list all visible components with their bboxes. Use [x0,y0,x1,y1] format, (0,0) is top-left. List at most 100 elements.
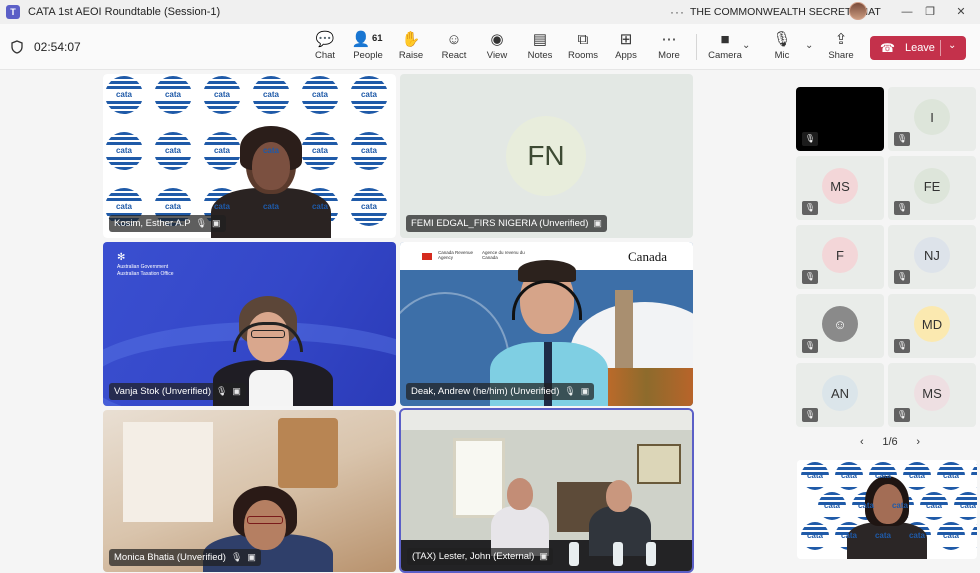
mic-off-icon: 🎙 [215,386,228,396]
hand-icon: ✋ [401,31,421,48]
close-icon[interactable]: ✕ [952,3,970,21]
side-tile-1[interactable]: 🎙 [796,87,884,151]
wall-frame [637,444,681,484]
room-window [453,438,505,518]
mic-off-icon: 🎙 [802,339,818,353]
mic-off-icon: 🎙 [564,386,576,396]
chat-button[interactable]: 💬 Chat [303,30,347,66]
more-button[interactable]: ⋯ More [647,30,691,66]
window-title-bar: T CATA 1st AEOI Roundtable (Session-1) ·… [0,0,980,24]
side-tile-3[interactable]: MS 🎙 [796,156,884,220]
participant-name-badge: Monica Bhatia (Unverified) 🎙 ▣ [109,549,261,566]
rooms-icon: ⧉ [577,31,589,48]
video-tile-john[interactable]: (TAX) Lester, John (External) ▣ [399,408,694,573]
side-tile-5[interactable]: F 🎙 [796,225,884,289]
restore-icon[interactable]: ❐ [921,3,939,21]
cata-globe-icon: cata [971,522,977,550]
water-bottle [569,542,579,566]
meeting-timer: 02:54:07 [34,40,81,54]
share-button[interactable]: ⇪ Share [819,30,863,66]
mic-off-icon: 🎙 [894,339,910,353]
mic-off-icon: 🎙 [802,408,818,422]
side-tile-7[interactable]: ☺ 🎙 [796,294,884,358]
screen-icon: ▣ [232,386,241,396]
screen-icon: ▣ [539,551,548,561]
side-tile-10[interactable]: MS 🎙 [888,363,976,427]
screen-icon: ▣ [580,386,590,396]
mic-off-icon: 🎙 [894,408,910,422]
cata-globe-icon: cata [105,76,143,114]
camera-button[interactable]: ■ Camera [703,30,747,66]
camera-icon: ■ [720,31,730,48]
video-tile-kosim[interactable]: cata cata cata cata cata cata cata cata cata cata… [103,74,396,238]
next-page-chevron-icon[interactable]: › [916,436,920,448]
cata-globe-icon: cata [937,462,975,490]
participant-avatar: I [914,99,950,135]
leave-options-chevron-icon[interactable]: ⌄ [948,40,956,51]
video-tile-vanja[interactable]: ✻ Australian Government Australian Taxat… [103,242,396,406]
side-tile-9[interactable]: AN 🎙 [796,363,884,427]
coat-of-arms-icon: ✻ [117,252,126,263]
mic-options-chevron-icon[interactable]: ⌄ [805,40,813,51]
camera-options-chevron-icon[interactable]: ⌄ [742,40,750,51]
video-tile-andrew[interactable]: Canada Revenue Agency Agence du revenu d… [400,242,693,406]
more-options-icon[interactable]: ··· [670,5,685,19]
view-icon: ◉ [490,31,504,48]
plus-icon: ⊞ [619,31,633,48]
self-view-tile[interactable]: cata cata cata cata cata cata cata cata cata cata… [797,460,977,559]
side-tile-2[interactable]: I 🎙 [888,87,976,151]
side-tile-4[interactable]: FE 🎙 [888,156,976,220]
cata-globe-icon: cata [350,188,388,226]
cata-globe-icon: cata [903,462,941,490]
teams-logo-icon: T [6,5,20,19]
participant-avatar: FN [506,116,586,196]
mic-button[interactable]: 🎙 Mic [760,30,804,66]
people-button[interactable]: 👤 61 People [346,30,390,66]
side-tile-8[interactable]: MD 🎙 [888,294,976,358]
view-button[interactable]: ◉ View [475,30,519,66]
cata-globe-icon: cata [971,462,977,490]
mic-off-icon: 🎙 [802,132,818,146]
cata-globe-icon: cata [350,132,388,170]
leave-divider [940,40,941,56]
mic-off-icon: 🎙 [802,270,818,284]
minimize-icon[interactable]: — [898,3,916,21]
video-tile-monica[interactable]: Monica Bhatia (Unverified) 🎙 ▣ [103,410,396,572]
canada-flag-icon [422,253,432,260]
participant-avatar: F [822,237,858,273]
video-tile-femi[interactable]: FN FEMI EDGAL_FIRS NIGERIA (Unverified) … [400,74,693,238]
leave-button[interactable]: ☎ Leave ⌄ [870,36,966,60]
cata-globe-icon: cata [252,76,290,114]
cata-globe-icon: cata [937,522,975,550]
previous-page-chevron-icon[interactable]: ‹ [860,436,864,448]
autumn-trees [600,368,693,406]
mic-off-icon: 🎙 [894,132,910,146]
participant-name-badge: (TAX) Lester, John (External) ▣ [407,548,553,565]
participant-avatar: FE [914,168,950,204]
apps-button[interactable]: ⊞ Apps [604,30,648,66]
cata-globe-icon: cata [105,132,143,170]
notes-button[interactable]: ▤ Notes [518,30,562,66]
side-tile-6[interactable]: NJ 🎙 [888,225,976,289]
ceiling [401,410,692,430]
participants-count: 61 [372,33,383,44]
participant-avatar: AN [822,375,858,411]
chat-icon: 💬 [315,31,335,48]
cata-globe-icon: cata [954,492,977,520]
cata-globe-icon: cata [203,132,241,170]
mic-off-icon: 🎙 [772,31,792,48]
mic-off-icon: 🎙 [195,218,207,228]
rooms-button[interactable]: ⧉ Rooms [561,30,605,66]
participant-name-badge: Vanja Stok (Unverified) 🎙 ▣ [109,383,246,400]
cata-globe-icon: cata [350,76,388,114]
mic-off-icon: 🎙 [230,552,243,562]
toolbar-divider [696,34,697,60]
raise-hand-button[interactable]: ✋ Raise [389,30,433,66]
share-icon: ⇪ [834,31,848,48]
notes-icon: ▤ [532,31,548,48]
react-button[interactable]: ☺ React [432,30,476,66]
cata-globe-icon: cata [920,492,958,520]
participant-name-badge: Deak, Andrew (he/him) (Unverified) 🎙 ▣ [406,383,595,400]
participant-avatar: MD [914,306,950,342]
account-avatar[interactable] [849,2,867,20]
